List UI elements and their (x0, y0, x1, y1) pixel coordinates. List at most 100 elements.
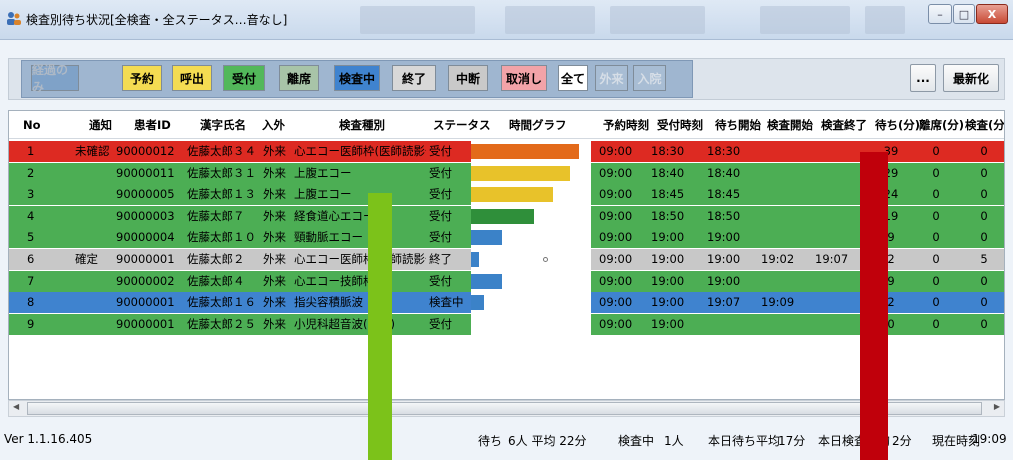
background-window-blur (505, 6, 595, 34)
filter-button[interactable]: 受付 (223, 65, 265, 91)
column-header[interactable]: 離席(分) (919, 111, 964, 139)
wait-time-bar (471, 187, 554, 203)
more-button[interactable]: ... (910, 64, 936, 92)
right-arrow-icon[interactable]: ▶ (994, 402, 1000, 411)
cell-reserve: 09:00 (599, 316, 633, 331)
cell-away: 0 (932, 273, 940, 288)
cell-io: 外来 (263, 187, 286, 202)
cell-io: 外来 (263, 144, 286, 158)
cell-no: 5 (27, 230, 35, 245)
cell-no: 1 (27, 144, 35, 158)
table-row[interactable]: 2 90000011 佐藤太郎３１ 外来 上腹エコー 受付 09:00 18:40 18:40 2… (9, 162, 1004, 184)
cell-name: 佐藤太郎１６ (187, 295, 256, 310)
cell-reserve: 09:00 (599, 230, 633, 245)
column-header[interactable]: 予約時刻 (603, 111, 649, 139)
cell-status: 検査中 (429, 295, 464, 310)
filter-button[interactable]: 入院 (633, 65, 666, 91)
background-window-blur (865, 6, 905, 34)
maximize-button[interactable]: □ (953, 4, 975, 24)
column-header[interactable]: 検査種別 (339, 111, 385, 139)
filter-button[interactable]: 経過のみ (31, 63, 79, 94)
column-header[interactable]: 漢字氏名 (200, 111, 246, 139)
cell-away: 0 (932, 252, 940, 266)
cell-waitstart: 18:50 (707, 208, 741, 223)
cell-waitstart: 19:00 (707, 230, 741, 245)
background-window-blur (610, 6, 705, 34)
table-row[interactable]: 8 90000001 佐藤太郎１６ 外来 指尖容積脈波 検査中 09:00 19:00 19:0… (9, 292, 1004, 314)
refresh-button[interactable]: 最新化 (943, 64, 999, 92)
filter-button[interactable]: 離席 (279, 65, 319, 91)
cell-notice: 確定 (75, 252, 98, 266)
column-header[interactable]: 検査終了 (821, 111, 867, 139)
cell-examstart (761, 206, 813, 227)
horizontal-scrollbar[interactable]: ◀ ▶ (8, 400, 1005, 417)
cell-reception: 19:00 (651, 230, 685, 245)
left-arrow-icon[interactable]: ◀ (13, 402, 19, 411)
table-row[interactable]: 6 確定 90000001 佐藤太郎２ 外来心エコー医師枠(医師読影付)終了 09:00 1… (9, 249, 1004, 270)
filter-button[interactable]: 中断 (448, 65, 488, 91)
table-row[interactable]: 3 90000005 佐藤太郎１３ 外来 上腹エコー 受付 09:00 18:45 18:45 2… (9, 184, 1004, 206)
cell-away: 0 (932, 208, 940, 223)
table-row[interactable]: 4 90000003 佐藤太郎７ 外来 経食道心エコー 受付 09:00 18:50 18:50… (9, 205, 1004, 227)
filter-button[interactable]: 取消し (501, 65, 547, 91)
background-window-blur (360, 6, 475, 34)
column-header[interactable]: 通知 (89, 111, 112, 139)
waiting-label: 待ち (478, 434, 503, 448)
cell-status: 受付 (429, 273, 452, 288)
app-window: 検査別待ち状況[全検査・全ステータス…音なし] – □ X 経過のみ 予約 呼出 受付… (0, 0, 1013, 460)
table-row[interactable]: 9 90000001 佐藤太郎２５ 外来 小児科超音波(頭部) 受付 09:00 19:00 0… (9, 313, 1004, 335)
column-header[interactable]: 検査(分) (965, 111, 1004, 139)
cell-waitstart: 19:00 (707, 252, 741, 266)
column-header[interactable]: 待ち(分) (875, 111, 920, 139)
close-button[interactable]: X (976, 4, 1008, 24)
cell-pid: 90000001 (116, 252, 175, 266)
cell-pid: 90000012 (116, 144, 175, 158)
cell-examstart (761, 141, 813, 162)
cell-status: 受付 (429, 165, 452, 180)
filter-button[interactable]: 検査中 (334, 65, 380, 91)
cell-notice (75, 271, 115, 292)
table-row[interactable]: 1 未確認 90000012 佐藤太郎３４ 外来心エコー医師枠(医師読影付)受付 09:0… (9, 141, 1004, 162)
cell-status: 受付 (429, 187, 452, 202)
cell-reserve: 09:00 (599, 252, 633, 266)
filter-button[interactable]: 外来 (595, 65, 628, 91)
column-header[interactable]: 患者ID (134, 111, 171, 139)
cell-name: 佐藤太郎７ (187, 208, 245, 223)
column-header[interactable]: 時間グラフ (509, 111, 567, 139)
cell-reception: 18:45 (651, 187, 685, 202)
cell-pid: 90000011 (116, 165, 175, 180)
column-header[interactable]: ステータス (433, 111, 491, 139)
cell-exam: 心エコー技師枠 (294, 273, 375, 288)
cell-pid: 90000005 (116, 187, 175, 202)
column-header[interactable]: 入外 (262, 111, 285, 139)
cell-exam: 上腹エコー (294, 187, 352, 202)
column-header[interactable]: 受付時刻 (657, 111, 703, 139)
wait-time-bar (471, 144, 579, 159)
table-row[interactable]: 7 90000002 佐藤太郎４ 外来 心エコー技師枠 受付 09:00 19:00 19:00… (9, 270, 1004, 292)
cell-exam: 小児科超音波(頭部) (294, 316, 395, 331)
today-exam-value: 2分 (892, 434, 912, 448)
scrollbar-thumb[interactable] (27, 402, 982, 415)
cell-notice (75, 314, 115, 335)
annotation-bar-red (860, 152, 888, 460)
cell-notice: 未確認 (75, 144, 110, 158)
minimize-button[interactable]: – (928, 4, 952, 24)
cell-reserve: 09:00 (599, 187, 633, 202)
column-header[interactable]: 検査開始 (767, 111, 813, 139)
today-wait-label: 本日待ち平均 (708, 434, 781, 448)
filter-button[interactable]: 呼出 (172, 65, 212, 91)
cell-away: 0 (932, 144, 940, 158)
filter-button[interactable]: 予約 (122, 65, 162, 91)
cell-examtime: 5 (980, 252, 988, 266)
column-header[interactable]: 待ち開始 (715, 111, 761, 139)
cell-pid: 90000001 (116, 295, 175, 310)
cell-examstart (761, 184, 813, 205)
table-row[interactable]: 5 90000004 佐藤太郎１０ 外来 頸動脈エコー 受付 09:00 19:00 19:00… (9, 227, 1004, 249)
filter-button[interactable]: 終了 (392, 65, 436, 91)
column-header[interactable]: No (23, 111, 41, 139)
cell-examstart (761, 271, 813, 292)
cell-examstart: 19:02 (761, 252, 795, 266)
cell-waitstart: 19:00 (707, 273, 741, 288)
cell-reserve: 09:00 (599, 295, 633, 310)
filter-button[interactable]: 全て (558, 65, 588, 91)
